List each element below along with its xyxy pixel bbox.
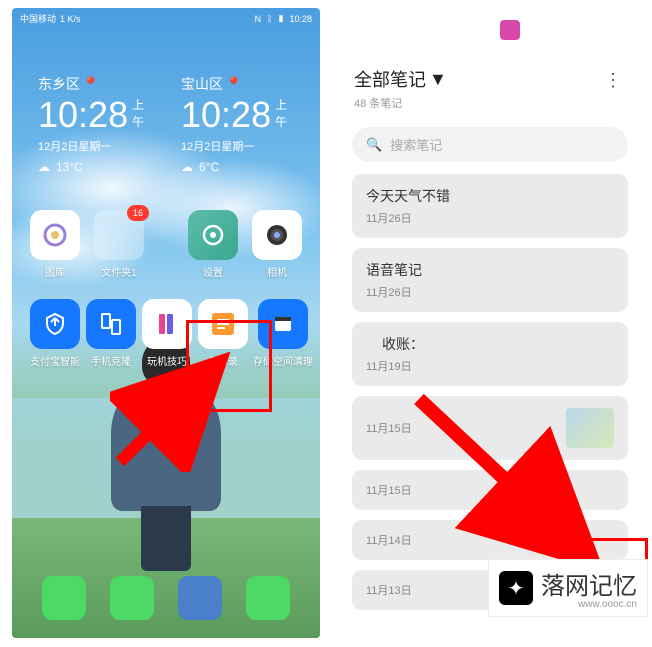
app-clone[interactable]: 手机克隆 [86,299,136,368]
search-placeholder: 搜索笔记 [390,135,442,154]
note-date: 11月26日 [366,210,614,226]
temp-label: 6°C [199,160,219,174]
clone-icon [86,299,136,349]
note-date: 11月14日 [366,532,614,548]
tips-icon [142,299,192,349]
folder-icon: 16 [94,210,144,260]
app-row-2: 支付宝智能 手机克隆 玩机技巧 备忘录 存储空间清理 [12,279,320,368]
dock [24,576,308,628]
note-card[interactable]: 今天天气不错 11月26日 [352,174,628,238]
note-title: 收账： [366,334,614,354]
notes-icon [198,299,248,349]
dock-wechat[interactable] [246,576,290,620]
nfc-icon: N [255,14,262,24]
dock-phone[interactable] [42,576,86,620]
note-card[interactable]: 11月15日 [352,470,628,510]
location-icon: 📍 [225,76,242,93]
location-icon: 📍 [82,76,99,93]
note-title: 语音笔记 [366,260,614,280]
battery-icon: ▮ [279,13,284,24]
city-label: 宝山区 [181,74,223,94]
app-indicator-icon [500,20,520,40]
watermark: ✦ 落网记忆 www.oooc.cn [488,559,648,617]
note-card[interactable]: 语音笔记 11月26日 [352,248,628,312]
note-title: 今天天气不错 [366,186,614,206]
app-gallery[interactable]: 图库 [30,210,80,279]
notes-header: 全部笔记▼ 48 条笔记 ⋮ [340,8,640,123]
notes-title-dropdown[interactable]: 全部笔记▼ [354,66,447,92]
app-folder[interactable]: 16 文件夹1 [94,210,144,279]
weather-icon: ☁ [181,160,193,174]
app-camera[interactable]: 相机 [252,210,302,279]
note-card[interactable]: 11月14日 [352,520,628,560]
watermark-logo-icon: ✦ [499,571,533,605]
home-screen: 中国移动 1 K/s N ᛒ ▮ 10:28 东乡区 📍 10:28上午 12月… [12,8,320,638]
note-date: 11月19日 [366,358,614,374]
wallpaper-character [101,338,231,578]
notes-app-screen: 全部笔记▼ 48 条笔记 ⋮ 🔍 搜索笔记 今天天气不错11月26日语音笔记11… [340,8,640,638]
search-input[interactable]: 🔍 搜索笔记 [352,127,628,162]
app-row-1: 图库 16 文件夹1 设置 相机 [12,184,320,279]
alipay-icon [30,299,80,349]
note-date: 11月15日 [366,420,412,436]
notes-list: 今天天气不错11月26日语音笔记11月26日收账：11月19日11月15日11月… [340,174,640,610]
app-settings[interactable]: 设置 [188,210,238,279]
note-date: 11月15日 [366,482,614,498]
bluetooth-icon: ᛒ [267,14,272,24]
note-date: 11月26日 [366,284,614,300]
temp-label: 13°C [56,160,83,174]
storage-icon [258,299,308,349]
dual-clock-widget[interactable]: 东乡区 📍 10:28上午 12月2日星期一 ☁13°C 宝山区 📍 10:28… [12,29,320,184]
dock-browser[interactable] [178,576,222,620]
app-label: 存储空间清理 [253,353,313,368]
gallery-icon [30,210,80,260]
app-label: 设置 [203,264,223,279]
app-label: 玩机技巧 [147,353,187,368]
ampm-label: 上午 [275,96,294,130]
camera-icon [252,210,302,260]
settings-icon [188,210,238,260]
ampm-label: 上午 [132,96,151,130]
search-icon: 🔍 [366,137,382,153]
app-label: 相机 [267,264,287,279]
watermark-text: 落网记忆 [541,566,637,601]
dropdown-icon: ▼ [429,69,447,90]
app-label: 文件夹1 [101,264,137,279]
time-label: 10:28 [38,94,128,136]
notes-count: 48 条笔记 [354,95,447,111]
app-label: 支付宝智能 [30,353,80,368]
status-time: 10:28 [289,14,312,24]
app-notes[interactable]: 备忘录 [198,299,248,368]
app-label: 备忘录 [208,353,238,368]
app-tips[interactable]: 玩机技巧 [142,299,192,368]
date-label: 12月2日星期一 [38,138,151,154]
app-alipay[interactable]: 支付宝智能 [30,299,80,368]
clock-left: 东乡区 📍 10:28上午 12月2日星期一 ☁ 13°C [38,74,151,174]
date-label: 12月2日星期一 [181,138,294,154]
note-card[interactable]: 收账： 11月19日 [352,322,628,386]
city-label: 东乡区 [38,74,80,94]
clock-right: 宝山区 📍 10:28上午 12月2日星期一 ☁ 6°C [181,74,294,174]
dock-messages[interactable] [110,576,154,620]
speed-label: 1 K/s [60,14,81,24]
carrier-label: 中国移动 [20,12,56,25]
app-storage[interactable]: 存储空间清理 [254,299,312,368]
weather-icon: ☁ [38,160,50,174]
app-label: 手机克隆 [91,353,131,368]
more-menu-button[interactable]: ⋮ [600,66,626,95]
status-bar: 中国移动 1 K/s N ᛒ ▮ 10:28 [12,8,320,29]
app-label: 图库 [45,264,65,279]
note-thumbnail [566,408,614,448]
time-label: 10:28 [181,94,271,136]
note-card[interactable]: 11月15日 [352,396,628,460]
badge-count: 16 [127,205,149,221]
